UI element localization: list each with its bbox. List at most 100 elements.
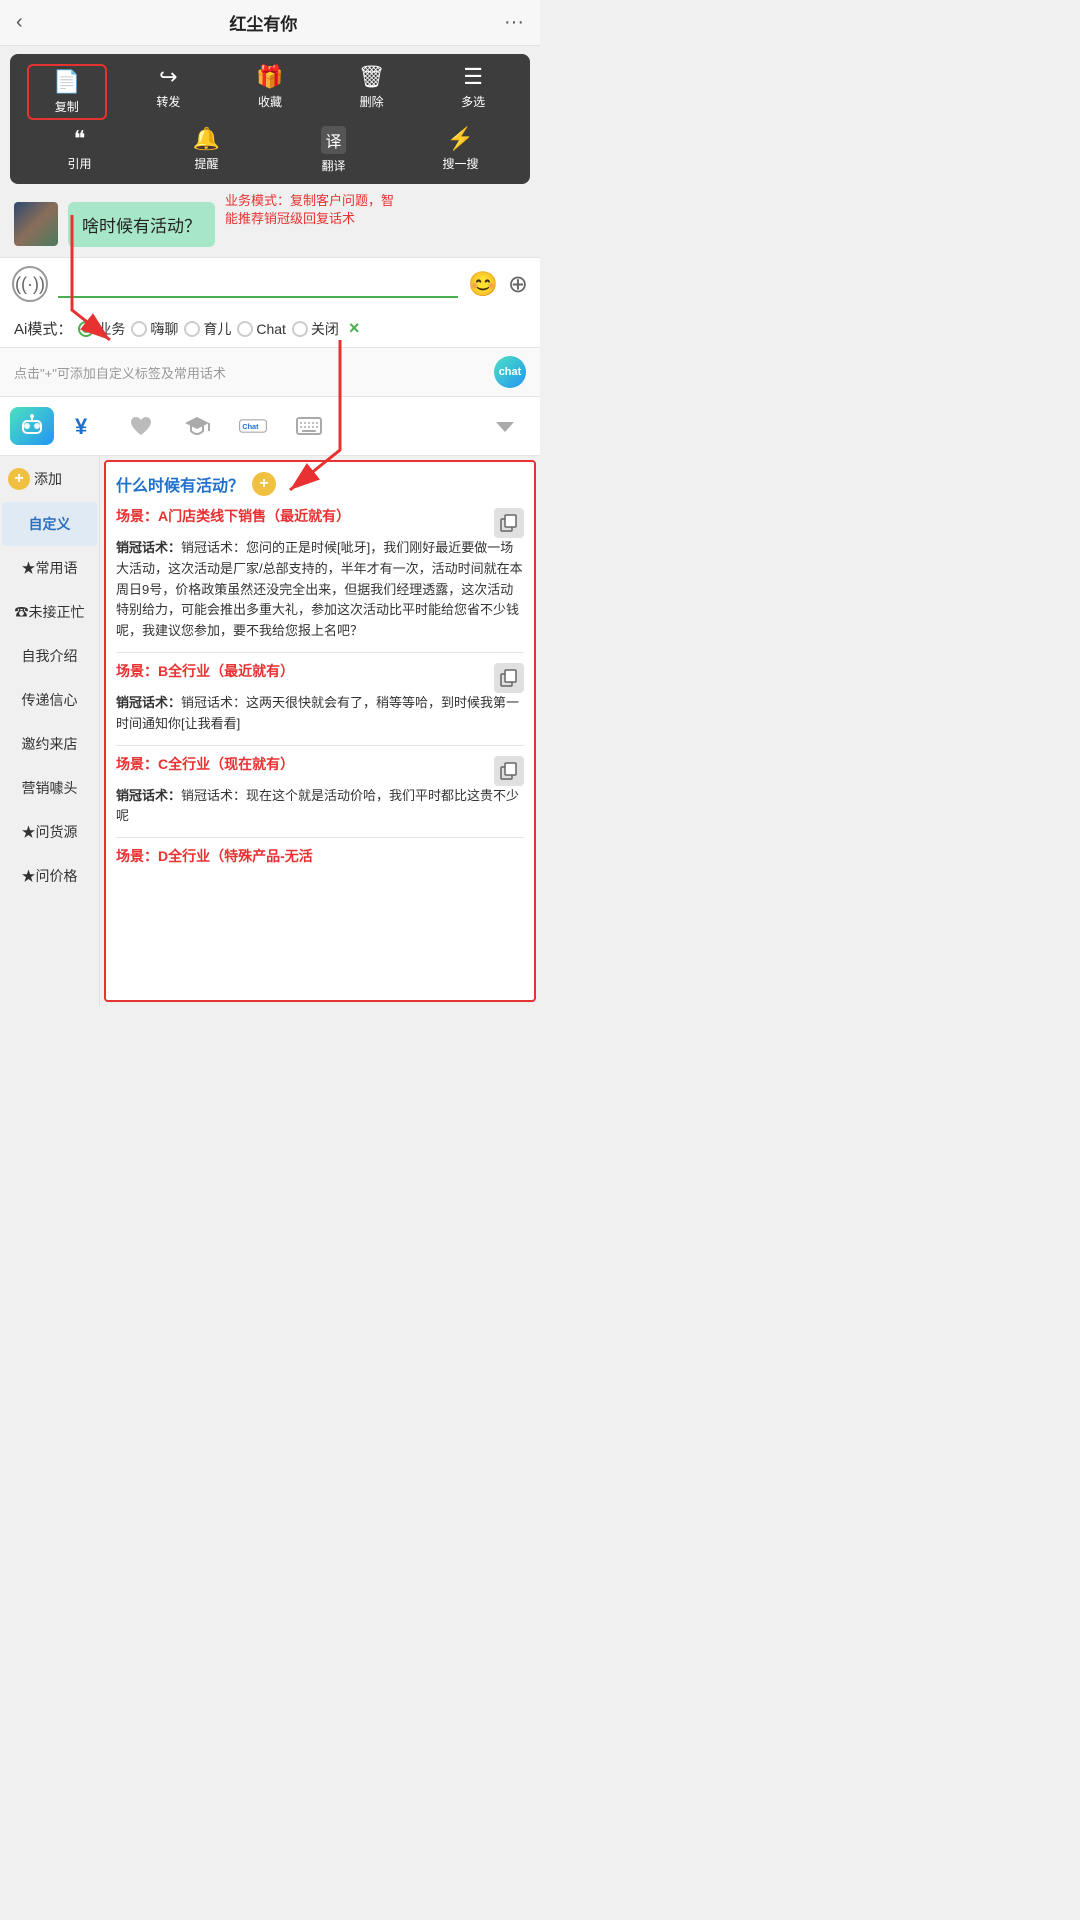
- menu-quote-label: 引用: [67, 155, 91, 172]
- sidebar-invite-label: 邀约来店: [22, 736, 78, 752]
- mode-parenting-label: 育儿: [203, 319, 231, 339]
- sidebar-price-label: ★问价格: [22, 868, 78, 884]
- emoji-button[interactable]: 😊: [468, 270, 498, 299]
- header: ‹ 红尘有你 ···: [0, 0, 540, 46]
- sidebar-item-common[interactable]: ★常用语: [0, 546, 99, 590]
- svg-text:Chat: Chat: [242, 422, 259, 431]
- sidebar: + 添加 自定义 ★常用语 ☎未接正忙 自我介绍 传递信心 邀约来店 营销噱: [0, 456, 100, 1006]
- ai-mode-bar: Ai模式： 业务 嗨聊 育儿 Chat 关闭 ×: [0, 310, 540, 348]
- menu-collect-label: 收藏: [258, 93, 282, 110]
- scene-B: 场景：B全行业（最近就有） 销冠话术：销冠话术：这两天很快就会有了，稍等等哈，到…: [116, 661, 524, 735]
- toolbar-dropdown[interactable]: [480, 405, 530, 447]
- toolbar-keyboard[interactable]: [284, 405, 334, 447]
- plus-button[interactable]: ⊕: [508, 270, 528, 299]
- quote-icon: ❝: [74, 126, 86, 152]
- scene-A-copy-button[interactable]: [494, 508, 524, 538]
- remind-icon: 🔔: [193, 126, 220, 152]
- hint-bar: 点击"+"可添加自定义标签及常用话术 chat: [0, 348, 540, 397]
- chat-bubble: 啥时候有活动？: [68, 202, 215, 247]
- scene-A: 场景：A门店类线下销售（最近就有） 销冠话术：销冠话术：您问的正是时候[呲牙]，…: [116, 506, 524, 642]
- menu-search[interactable]: ⚡ 搜一搜: [421, 126, 501, 174]
- context-menu-row1: 📄 复制 ↪ 转发 🎁 收藏 🗑 删除 ☰ 多选: [16, 64, 524, 120]
- scene-C: 场景：C全行业（现在就有） 销冠话术：销冠话术：现在这个就是活动价哈，我们平时都…: [116, 754, 524, 828]
- mode-business[interactable]: 业务: [78, 319, 125, 339]
- sidebar-common-label: ★常用语: [22, 560, 78, 576]
- sidebar-confidence-label: 传递信心: [22, 692, 78, 708]
- menu-forward[interactable]: ↪ 转发: [128, 64, 208, 120]
- svg-text:¥: ¥: [75, 414, 88, 439]
- sidebar-add-label: 添加: [34, 469, 62, 489]
- toolbar-graduation[interactable]: [172, 405, 222, 447]
- sidebar-item-marketing[interactable]: 营销噱头: [0, 766, 99, 810]
- toolbar-chat-label[interactable]: Chat: [228, 405, 278, 447]
- menu-remind-label: 提醒: [194, 155, 218, 172]
- radio-off: [292, 321, 308, 337]
- forward-icon: ↪: [159, 64, 177, 90]
- more-button[interactable]: ···: [504, 11, 524, 34]
- scene-B-sales-text: 销冠话术：销冠话术：这两天很快就会有了，稍等等哈，到时候我第一时间通知你[让我看…: [116, 693, 524, 735]
- avatar: [14, 202, 58, 246]
- mode-business-label: 业务: [97, 319, 125, 339]
- chat-badge[interactable]: chat: [494, 356, 526, 388]
- toolbar-heart[interactable]: [116, 405, 166, 447]
- menu-translate[interactable]: 译 翻译: [294, 126, 374, 174]
- question-header: 什么时候有活动？ +: [116, 472, 524, 496]
- menu-copy[interactable]: 📄 复制: [27, 64, 107, 120]
- sidebar-item-price[interactable]: ★问价格: [0, 854, 99, 898]
- scene-B-title: 场景：B全行业（最近就有）: [116, 661, 488, 681]
- menu-delete[interactable]: 🗑 删除: [332, 64, 412, 120]
- context-menu-row2: ❝ 引用 🔔 提醒 译 翻译 ⚡ 搜一搜: [16, 126, 524, 174]
- menu-quote[interactable]: ❝ 引用: [40, 126, 120, 174]
- chat-message-text: 啥时候有活动？: [82, 217, 201, 236]
- sidebar-source-label: ★问货源: [22, 824, 78, 840]
- sidebar-item-intro[interactable]: 自我介绍: [0, 634, 99, 678]
- mode-parenting[interactable]: 育儿: [184, 319, 231, 339]
- radio-parenting: [184, 321, 200, 337]
- menu-remind[interactable]: 🔔 提醒: [167, 126, 247, 174]
- copy-menu-icon: 📄: [53, 69, 80, 95]
- scene-B-header: 场景：B全行业（最近就有）: [116, 661, 524, 693]
- menu-collect[interactable]: 🎁 收藏: [230, 64, 310, 120]
- input-area: ((·)) 😊 ⊕: [0, 257, 540, 310]
- search-icon: ⚡: [447, 126, 474, 152]
- ai-mode-label: Ai模式：: [14, 318, 72, 339]
- voice-button[interactable]: ((·)): [12, 266, 48, 302]
- mode-casual[interactable]: 嗨聊: [131, 319, 178, 339]
- menu-delete-label: 删除: [360, 93, 384, 110]
- back-button[interactable]: ‹: [16, 11, 23, 34]
- toolbar-money[interactable]: ¥: [60, 405, 110, 447]
- radio-business: [78, 321, 94, 337]
- toolbar: ¥ Chat: [0, 397, 540, 456]
- ai-close-button[interactable]: ×: [349, 318, 360, 339]
- voice-icon: ((·)): [15, 274, 45, 295]
- scene-C-title: 场景：C全行业（现在就有）: [116, 754, 488, 774]
- mode-off[interactable]: 关闭: [292, 319, 339, 339]
- sidebar-missed-label: ☎未接正忙: [15, 604, 85, 620]
- toolbar-chat-robot[interactable]: [10, 407, 54, 445]
- scene-A-header: 场景：A门店类线下销售（最近就有）: [116, 506, 524, 538]
- scene-C-copy-button[interactable]: [494, 756, 524, 786]
- sidebar-item-source[interactable]: ★问货源: [0, 810, 99, 854]
- mode-off-label: 关闭: [311, 319, 339, 339]
- sidebar-item-confidence[interactable]: 传递信心: [0, 678, 99, 722]
- sidebar-item-custom[interactable]: 自定义: [2, 502, 97, 546]
- question-add-button[interactable]: +: [252, 472, 276, 496]
- scene-A-sales-text: 销冠话术：销冠话术：您问的正是时候[呲牙]，我们刚好最近要做一场大活动，这次活动…: [116, 538, 524, 642]
- mode-chat[interactable]: Chat: [237, 321, 286, 337]
- sidebar-intro-label: 自我介绍: [22, 648, 78, 664]
- sidebar-add-button[interactable]: + 添加: [0, 456, 99, 502]
- menu-multiselect[interactable]: ☰ 多选: [433, 64, 513, 120]
- sidebar-item-missed[interactable]: ☎未接正忙: [0, 590, 99, 634]
- menu-multiselect-label: 多选: [461, 93, 485, 110]
- scene-C-header: 场景：C全行业（现在就有）: [116, 754, 524, 786]
- radio-chat: [237, 321, 253, 337]
- chat-annotation: 业务模式：复制客户问题，智能推荐销冠级回复话术: [225, 192, 395, 228]
- message-input[interactable]: [58, 270, 458, 298]
- chat-area: 啥时候有活动？ 业务模式：复制客户问题，智能推荐销冠级回复话术: [0, 192, 540, 257]
- sidebar-item-invite[interactable]: 邀约来店: [0, 722, 99, 766]
- scene-B-copy-button[interactable]: [494, 663, 524, 693]
- mode-casual-label: 嗨聊: [150, 319, 178, 339]
- menu-forward-label: 转发: [156, 93, 180, 110]
- scene-D-header: 场景：D全行业（特殊产品-无活: [116, 846, 524, 870]
- translate-icon: 译: [321, 126, 345, 154]
